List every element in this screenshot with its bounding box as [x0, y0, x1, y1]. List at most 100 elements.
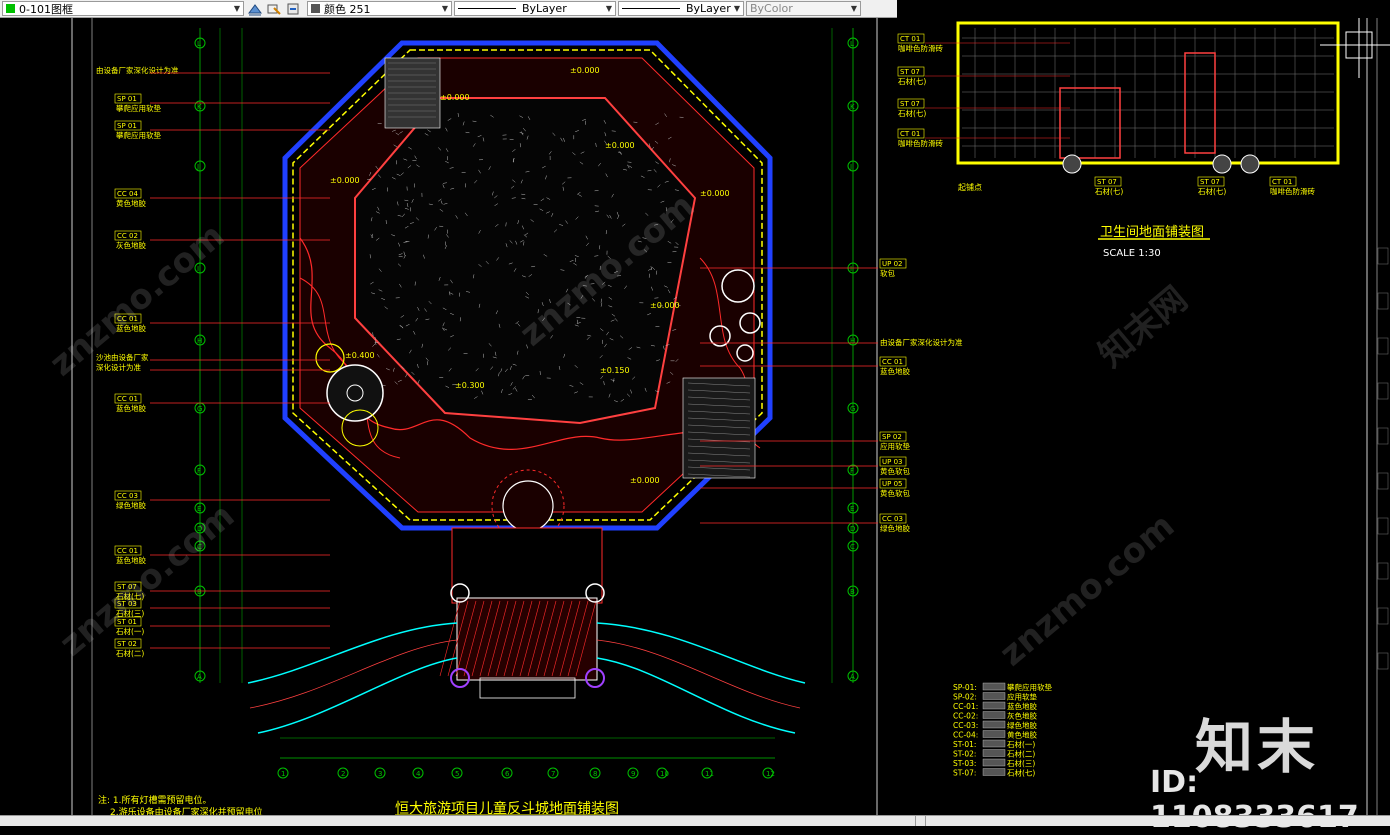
drawing-canvas[interactable]: LKJIHGFEDCBA LKJIHGFEDCBA 12345678910111…	[0, 18, 1390, 815]
title-block-cell	[1378, 473, 1388, 489]
title-block-cell	[1378, 428, 1388, 444]
title-block-strip	[1378, 248, 1388, 669]
title-block-cell	[1378, 383, 1388, 399]
legend-code: ST-02:	[953, 750, 976, 759]
label-text: 应用软垫	[880, 441, 910, 451]
axis-label: D	[850, 525, 855, 533]
axis-label: H	[197, 337, 202, 345]
label-code: CC 01	[882, 358, 903, 366]
layer-previous-icon[interactable]	[285, 2, 301, 16]
legend-text: 石材(三)	[1007, 758, 1035, 768]
entrance-steps	[480, 678, 575, 698]
axis-label: K	[197, 103, 202, 111]
legend-swatch	[983, 721, 1005, 728]
axis-label: 5	[455, 770, 459, 778]
label-text: 石材(七)	[898, 76, 926, 86]
label-text: 黄色地胶	[116, 198, 146, 208]
label-code: CT 01	[1272, 178, 1292, 186]
axis-label: L	[850, 40, 854, 48]
label-code: ST 07	[900, 100, 920, 108]
status-bar	[0, 815, 1390, 826]
curved-walkway	[597, 623, 805, 683]
layer-properties-icon[interactable]	[247, 2, 263, 16]
layer-dropdown[interactable]: 0-101图框 ▼	[2, 1, 244, 16]
legend-text: 石材(一)	[1007, 739, 1035, 749]
axis-label: I	[850, 265, 852, 273]
legend-swatch	[983, 740, 1005, 747]
legend-code: CC-04:	[953, 731, 978, 740]
lineweight-value: ByLayer	[686, 2, 731, 15]
axis-label: 11	[705, 770, 714, 778]
axis-label: 7	[551, 770, 555, 778]
label-code: ST 07	[900, 68, 920, 76]
legend-code: SP-02:	[953, 693, 977, 702]
label-code: SP 01	[117, 122, 137, 130]
label-code: CC 04	[117, 190, 138, 198]
label-text: 灰色地胶	[116, 240, 146, 250]
axis-label: G	[850, 405, 855, 413]
chevron-down-icon: ▼	[442, 4, 448, 13]
level-mark: ±0.000	[570, 66, 600, 75]
label-text: 石材(二)	[116, 648, 144, 658]
label-code: UP 05	[882, 480, 902, 488]
axis-label: E	[850, 505, 854, 513]
drawing-notes-2: 2.游乐设备由设备厂家深化并预留电位	[110, 806, 263, 815]
axis-label: 6	[505, 770, 510, 778]
entrance-plaza	[457, 598, 597, 680]
chevron-down-icon: ▼	[234, 4, 240, 13]
label-code: CC 03	[882, 515, 903, 523]
axis-label: 1	[281, 770, 285, 778]
label-text: 咖啡色防滑砖	[1270, 186, 1315, 196]
label-code: UP 03	[882, 458, 902, 466]
linetype-value: ByLayer	[522, 2, 567, 15]
label-code: CT 01	[900, 130, 920, 138]
layer-name: 0-101图框	[19, 1, 73, 17]
legend-swatch	[983, 750, 1005, 757]
axis-label: B	[850, 588, 855, 596]
color-value: 颜色 251	[324, 1, 371, 17]
color-dropdown[interactable]: 颜色 251 ▼	[307, 1, 452, 16]
level-mark: ±0.150	[600, 366, 630, 375]
axis-label: B	[197, 588, 202, 596]
title-block-cell	[1378, 338, 1388, 354]
legend-swatch	[983, 702, 1005, 709]
layer-match-icon[interactable]	[266, 2, 282, 16]
axis-label: L	[197, 40, 201, 48]
axis-label: 2	[341, 770, 345, 778]
title-block-cell	[1378, 518, 1388, 534]
level-mark: ±0.000	[330, 176, 360, 185]
label-text: 咖啡色防滑砖	[898, 43, 943, 53]
label-text: 攀爬应用软垫	[116, 130, 161, 140]
label-code: CC 03	[117, 492, 138, 500]
properties-toolbar: 0-101图框 ▼ 颜色 251 ▼ ByLayer ▼ ByLayer ▼ B…	[0, 0, 897, 18]
sandpit-circle	[327, 365, 383, 421]
layer-color-swatch	[6, 4, 15, 13]
linetype-dropdown[interactable]: ByLayer ▼	[454, 1, 616, 16]
legend-text: 蓝色地胶	[1007, 701, 1037, 711]
axis-label: 10	[660, 770, 669, 778]
label-text: 石材(七)	[1095, 186, 1123, 196]
label-text: 软包	[880, 268, 895, 278]
bathroom-scale: SCALE 1:30	[1103, 248, 1161, 259]
title-block-cell	[1378, 563, 1388, 579]
lineweight-dropdown[interactable]: ByLayer ▼	[618, 1, 744, 16]
curved-walkway	[597, 658, 795, 733]
title-block-cell	[1378, 653, 1388, 669]
label-text: 石材(七)	[1198, 186, 1226, 196]
chevron-down-icon: ▼	[734, 4, 740, 13]
plotstyle-dropdown[interactable]: ByColor ▼	[746, 1, 861, 16]
legend-swatch	[983, 693, 1005, 700]
drawing-notes: 注: 1.所有灯槽需预留电位。	[98, 794, 211, 806]
entrance-corridor	[452, 528, 602, 603]
label-code: CC 01	[117, 547, 138, 555]
curved-walkway	[258, 658, 457, 733]
legend-swatch	[983, 731, 1005, 738]
axis-label: 3	[378, 770, 382, 778]
legend-swatch	[983, 769, 1005, 776]
axis-label: 9	[631, 770, 635, 778]
chevron-down-icon: ▼	[851, 4, 857, 13]
legend-code: ST-01:	[953, 740, 976, 749]
legend-text: 攀爬应用软垫	[1007, 682, 1052, 692]
level-mark: ±0.000	[700, 189, 730, 198]
legend-text: 石材(七)	[1007, 768, 1035, 778]
